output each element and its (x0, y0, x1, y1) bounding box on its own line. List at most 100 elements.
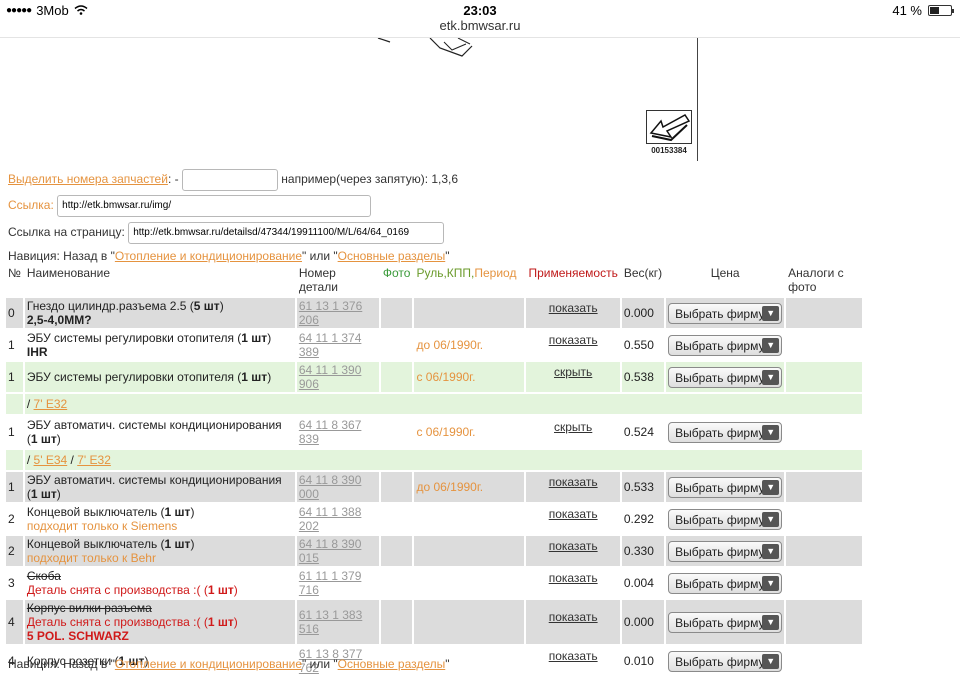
choose-brand-select[interactable]: Выбрать фирму ▼ (668, 302, 783, 324)
nav-heating-link-bottom[interactable]: Отопление и кондиционирование (115, 657, 302, 671)
dropdown-arrow-icon: ▼ (762, 653, 780, 669)
col-app: Применяемость (528, 266, 618, 280)
part-title: Концевой выключатель ( (26, 505, 165, 519)
dropdown-arrow-icon: ▼ (762, 575, 780, 591)
dropdown-arrow-icon: ▼ (762, 614, 780, 630)
parts-table-body: 0 Гнездо цилиндр.разъема 2.5 (5 шт) 2,5-4,… (6, 298, 863, 676)
applicability-toggle[interactable]: показать (528, 333, 617, 347)
part-name: Гнездо цилиндр.разъема 2.5 (5 шт) (27, 299, 224, 313)
quantity: 5 шт (193, 299, 220, 313)
table-row: 0 Гнездо цилиндр.разъема 2.5 (5 шт) 2,5-4,… (6, 298, 863, 328)
applicability-toggle[interactable]: скрыть (528, 420, 617, 434)
row-part-number: 64 11 8 390 015 (296, 536, 379, 566)
group-spacer (6, 394, 23, 414)
row-price: Выбрать фирму ▼ (666, 568, 784, 598)
part-number-link[interactable]: 61 13 1 376 206 (299, 299, 362, 327)
dropdown-arrow-icon: ▼ (762, 305, 780, 321)
model-link[interactable]: 5' E34 (34, 453, 68, 467)
choose-brand-select[interactable]: Выбрать фирму ▼ (668, 540, 783, 562)
part-number-link[interactable]: 64 11 8 390 015 (299, 537, 362, 565)
row-weight: 0.330 (621, 536, 665, 566)
row-applicability: показать (526, 600, 620, 644)
choose-brand-label: Выбрать фирму (675, 576, 765, 591)
part-number-link[interactable]: 64 11 8 367 839 (299, 418, 362, 446)
quantity: 1 шт (241, 331, 268, 345)
choose-brand-select[interactable]: Выбрать фирму ▼ (668, 650, 783, 672)
row-weight: 0.000 (621, 600, 665, 644)
battery-icon (928, 5, 954, 16)
choose-brand-label: Выбрать фирму (675, 480, 765, 495)
quantity-close: ) (233, 583, 238, 597)
row-period: до 06/1990г. (414, 472, 525, 502)
diagram-number: 00153384 (651, 146, 687, 155)
dropdown-arrow-icon: ▼ (762, 369, 780, 385)
part-name: Концевой выключатель (1 шт) (27, 505, 195, 519)
part-title: Гнездо цилиндр.разъема 2.5 ( (26, 299, 194, 313)
group-sep: / (26, 397, 34, 411)
row-applicability: показать (526, 298, 620, 328)
part-name: ЭБУ автоматич. системы кондиционирования… (27, 418, 282, 446)
choose-brand-label: Выбрать фирму (675, 306, 765, 321)
row-price: Выбрать фирму ▼ (666, 416, 784, 448)
highlight-input[interactable] (181, 169, 278, 191)
parts-diagram: 00153384 (0, 38, 960, 163)
highlight-parts-link[interactable]: Выделить номера запчастей (8, 172, 168, 186)
model-group-row: / 7' E32 (6, 394, 863, 414)
part-number-link[interactable]: 64 11 1 388 202 (299, 505, 362, 533)
row-period: с 06/1990г. (416, 425, 476, 439)
row-analogs (786, 362, 863, 392)
address-bar[interactable]: etk.bmwsar.ru (0, 18, 960, 38)
choose-brand-select[interactable]: Выбрать фирму ▼ (668, 611, 783, 633)
choose-brand-select[interactable]: Выбрать фирму ▼ (668, 476, 783, 498)
row-applicability: скрыть (526, 416, 619, 448)
applicability-toggle[interactable]: показать (528, 539, 617, 553)
part-number-link[interactable]: 64 11 8 390 000 (299, 473, 362, 501)
row-number: 2 (6, 536, 23, 566)
dropdown-arrow-icon: ▼ (762, 511, 780, 527)
model-group-row: / 5' E34 / 7' E32 (6, 450, 863, 470)
table-row: 2 Концевой выключатель (1 шт) подходит тол… (6, 504, 862, 534)
choose-brand-select[interactable]: Выбрать фирму ▼ (668, 366, 783, 388)
row-number: 1 (8, 338, 15, 352)
part-number-link[interactable]: 64 11 1 390 906 (299, 363, 362, 391)
applicability-toggle[interactable]: показать (528, 301, 617, 315)
part-spec: 2,5-4,0MM? (26, 313, 92, 327)
choose-brand-select[interactable]: Выбрать фирму ▼ (668, 572, 783, 594)
link-row: Ссылка: http://etk.bmwsar.ru/img/ (8, 195, 372, 217)
row-name: ЭБУ системы регулировки отопителя (1 шт)… (25, 330, 295, 360)
applicability-toggle[interactable]: показать (528, 649, 617, 663)
part-title: ЭБУ автоматич. системы кондиционирования… (26, 418, 282, 446)
choose-brand-select[interactable]: Выбрать фирму ▼ (668, 421, 783, 443)
col-weight: Вес(кг) (623, 266, 663, 280)
part-title: ЭБУ системы регулировки отопителя ( (26, 370, 242, 384)
quantity: 1 шт (164, 505, 191, 519)
model-link[interactable]: 7' E32 (34, 397, 68, 411)
applicability-toggle[interactable]: показать (528, 475, 617, 489)
row-weight: 0.000 (621, 298, 665, 328)
nav-main-sections-link-bottom[interactable]: Основные разделы (338, 657, 446, 671)
choose-brand-select[interactable]: Выбрать фирму ▼ (668, 508, 783, 530)
nav-heating-link[interactable]: Отопление и кондиционирование (115, 249, 302, 263)
link-field[interactable]: http://etk.bmwsar.ru/img/ (57, 195, 372, 217)
part-number-link[interactable]: 61 13 1 383 516 (299, 608, 362, 636)
applicability-toggle[interactable]: показать (528, 571, 617, 585)
part-number-link[interactable]: 64 11 1 374 389 (299, 331, 362, 359)
highlight-example: например(через запятую): 1,3,6 (281, 172, 459, 187)
col-price: Цена (710, 266, 740, 280)
applicability-toggle[interactable]: скрыть (528, 365, 617, 379)
page-link-field[interactable]: http://etk.bmwsar.ru/detailsd/47344/1991… (128, 222, 445, 244)
choose-brand-select[interactable]: Выбрать фирму ▼ (668, 334, 783, 356)
model-link[interactable]: 7' E32 (77, 453, 111, 467)
applicability-toggle[interactable]: показать (528, 610, 617, 624)
applicability-toggle[interactable]: показать (528, 507, 617, 521)
part-number-link[interactable]: 61 11 1 379 716 (299, 569, 362, 597)
diagram-border (697, 38, 698, 161)
row-name: Корпус вилки разъема Деталь снята с произ… (24, 600, 295, 644)
nav-main-sections-link[interactable]: Основные разделы (338, 249, 446, 263)
row-analogs (786, 330, 862, 360)
part-title: ЭБУ системы регулировки отопителя ( (26, 331, 242, 345)
part-name: Концевой выключатель (1 шт) (27, 537, 195, 551)
row-applicability: показать (526, 536, 620, 566)
quantity-close: ) (267, 370, 272, 384)
row-weight: 0.004 (623, 576, 654, 590)
